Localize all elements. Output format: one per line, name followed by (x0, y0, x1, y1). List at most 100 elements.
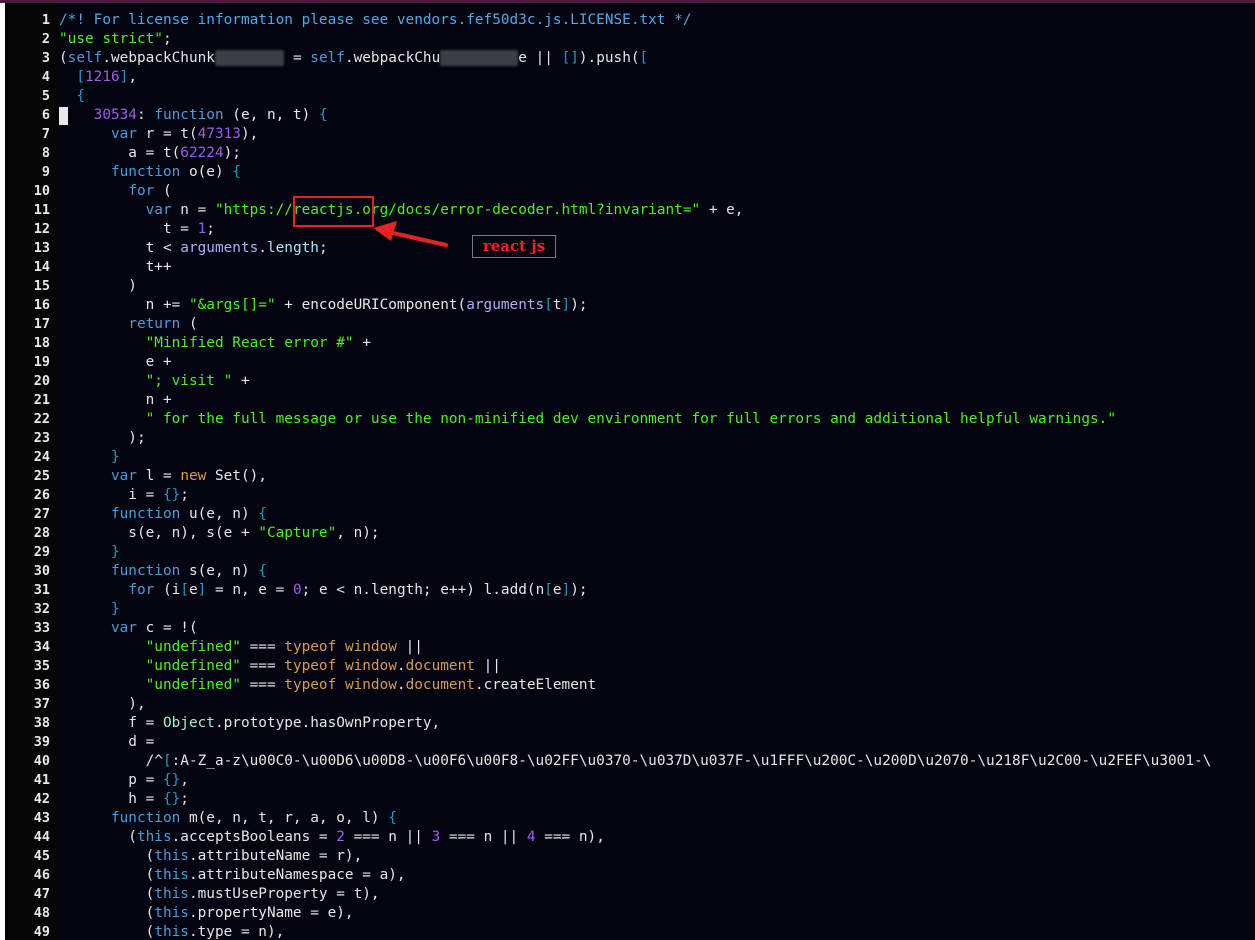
code-line[interactable]: 18 "Minified React error #" + (5, 334, 1255, 353)
code-line[interactable]: 10 for ( (5, 182, 1255, 201)
code-line[interactable]: 39 d = (5, 733, 1255, 752)
code-line[interactable]: 23 ); (5, 429, 1255, 448)
code-line[interactable]: 45 (this.attributeName = r), (5, 847, 1255, 866)
code-token: arguments (466, 297, 545, 313)
code-token: || (474, 658, 501, 674)
code-line[interactable]: 25 var l = new Set(), (5, 467, 1255, 486)
code-line[interactable]: 21 n + (5, 391, 1255, 410)
code-line[interactable]: 12 t = 1; (5, 220, 1255, 239)
code-text: [1216], (59, 68, 137, 87)
code-line[interactable]: 5 { (5, 87, 1255, 106)
code-line[interactable]: 35 "undefined" === typeof window.documen… (5, 657, 1255, 676)
code-line[interactable]: 24 } (5, 448, 1255, 467)
code-line[interactable]: 27 function u(e, n) { (5, 505, 1255, 524)
code-token: 0 (292, 582, 302, 598)
code-line[interactable]: 9 function o(e) { (5, 163, 1255, 182)
code-token: s(e, n) (180, 563, 259, 579)
code-line[interactable]: 29 } (5, 543, 1255, 562)
code-line[interactable]: 42 h = {}; (5, 790, 1255, 809)
code-line[interactable]: 34 "undefined" === typeof window || (5, 638, 1255, 657)
code-text: ), (59, 695, 145, 714)
code-line[interactable]: 11 var n = "https://reactjs.org/docs/err… (5, 201, 1255, 220)
code-line[interactable]: 17 return ( (5, 315, 1255, 334)
code-line[interactable]: 37 ), (5, 695, 1255, 714)
code-token: o(e) (180, 164, 233, 180)
code-line[interactable]: 7 var r = t(47313), (5, 125, 1255, 144)
code-line[interactable]: 1 /*! For license information please see … (5, 11, 1255, 30)
code-token: . (258, 240, 267, 256)
code-line[interactable]: 28 s(e, n), s(e + "Capture", n); (5, 524, 1255, 543)
redacted-token: nkbot_gam (440, 50, 519, 66)
code-line[interactable]: 41 p = {}, (5, 771, 1255, 790)
code-text: { (59, 87, 85, 106)
code-line[interactable]: 6 30534: function (e, n, t) { (5, 106, 1255, 125)
code-line[interactable]: 13 t < arguments.length; (5, 239, 1255, 258)
code-token: + e, (700, 202, 744, 218)
code-line[interactable]: 4 [1216], (5, 68, 1255, 87)
code-text: for (i[e] = n, e = 0; e < n.length; e++)… (59, 581, 587, 600)
code-token: ); (223, 145, 241, 161)
code-text: "Minified React error #" + (59, 334, 371, 353)
line-number: 39 (33, 734, 50, 750)
line-number: 14 (33, 259, 50, 275)
code-line[interactable]: 38 f = Object.prototype.hasOwnProperty, (5, 714, 1255, 733)
code-line[interactable]: 26 i = {}; (5, 486, 1255, 505)
code-line[interactable]: 44 (this.acceptsBooleans = 2 === n || 3 … (5, 828, 1255, 847)
code-editor[interactable]: 1 /*! For license information please see … (5, 3, 1255, 940)
code-line[interactable]: 22 " for the full message or use the non… (5, 410, 1255, 429)
code-token: /^ (59, 753, 163, 769)
code-line[interactable]: 15 ) (5, 277, 1255, 296)
code-line[interactable]: 8 a = t(62224); (5, 144, 1255, 163)
code-token: window (344, 658, 397, 674)
code-line[interactable]: 31 for (i[e] = n, e = 0; e < n.length; e… (5, 581, 1255, 600)
code-text: function m(e, n, t, r, a, o, l) { (59, 809, 397, 828)
code-line[interactable]: 36 "undefined" === typeof window.documen… (5, 676, 1255, 695)
code-text: (this.type = n), (59, 923, 285, 940)
code-line[interactable]: 43 function m(e, n, t, r, a, o, l) { (5, 809, 1255, 828)
code-token: for (128, 183, 155, 199)
code-line[interactable]: 48 (this.propertyName = e), (5, 904, 1255, 923)
code-token: ; e < n.length; e++) l.add(n (301, 582, 545, 598)
code-token: t < (59, 240, 181, 256)
code-token: typeof (284, 658, 337, 674)
code-line[interactable]: 16 n += "&args[]=" + encodeURIComponent(… (5, 296, 1255, 315)
line-number: 44 (33, 829, 50, 845)
code-line[interactable]: 19 e + (5, 353, 1255, 372)
code-token: ; (180, 791, 189, 807)
code-text: function s(e, n) { (59, 562, 267, 581)
code-text: s(e, n), s(e + "Capture", n); (59, 524, 379, 543)
code-line[interactable]: 20 "; visit " + (5, 372, 1255, 391)
code-token: u(e, n) (180, 506, 259, 522)
line-number: 33 (33, 620, 50, 636)
code-text: for ( (59, 182, 171, 201)
code-token: + (353, 335, 371, 351)
code-line[interactable]: 3(self.webpackChunkbot_game = self.webpa… (5, 49, 1255, 68)
code-line[interactable]: 33 var c = !( (5, 619, 1255, 638)
code-token: === n), (535, 829, 605, 845)
code-token: r = t( (136, 126, 198, 142)
code-line[interactable]: 32 } (5, 600, 1255, 619)
code-text: ); (59, 429, 145, 448)
code-line[interactable]: 46 (this.attributeNamespace = a), (5, 866, 1255, 885)
code-token: ( (180, 316, 198, 332)
line-number: 3 (41, 50, 50, 66)
code-line[interactable]: 47 (this.mustUseProperty = t), (5, 885, 1255, 904)
code-token: = (284, 50, 311, 66)
code-line[interactable]: 14 t++ (5, 258, 1255, 277)
code-token: self (310, 50, 345, 66)
code-token: , (128, 69, 137, 85)
code-line[interactable]: 2 "use strict"; (5, 30, 1255, 49)
code-token: } (110, 601, 120, 617)
code-line[interactable]: 40 /^[:A-Z_a-z\u00C0-\u00D6\u00D8-\u00F6… (5, 752, 1255, 771)
code-line[interactable]: 30 function s(e, n) { (5, 562, 1255, 581)
code-token: ( (59, 829, 137, 845)
code-text: } (59, 600, 120, 619)
code-line[interactable]: 49 (this.type = n), (5, 923, 1255, 940)
code-token: this (154, 867, 189, 883)
code-token: document (405, 677, 475, 693)
